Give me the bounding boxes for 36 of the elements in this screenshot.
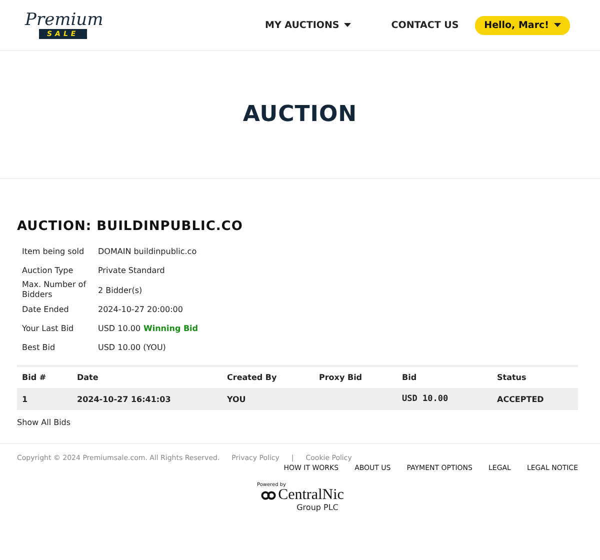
nav-link[interactable]: CONTACT US [391,20,459,30]
winning-bid-label: Winning Bid [144,324,198,333]
column-header: Date [72,366,222,388]
detail-value: 2 Bidder(s) [98,286,142,294]
detail-label: Best Bid [22,342,56,354]
detail-value: USD 10.00 [98,324,141,333]
brand-subtitle: Group PLC [296,503,338,512]
column-header: Status [492,366,578,388]
detail-label: Date Ended [22,304,70,316]
column-header: Proxy Bid [314,366,397,388]
detail-value: DOMAIN buildinpublic.co [98,247,197,256]
chain-link-icon [261,491,276,500]
detail-label: Your Last Bid [22,322,75,334]
brand-name: CentralNic [278,488,344,503]
table-cell: ACCEPTED [497,394,544,404]
nav-link[interactable]: MY AUCTIONS [265,20,352,30]
logo-script: Premium [25,11,104,29]
table-cell: USD 10.00 [402,394,448,404]
table-cell: 2024-10-27 16:41:03 [77,394,171,404]
detail-value: Private Standard [98,266,165,275]
auction-heading: AUCTION: BUILDINPUBLIC.CO [17,219,244,234]
user-menu-button[interactable]: Hello, Marc! [475,16,570,34]
detail-value: 2024-10-27 20:00:00 [98,305,183,314]
column-header: Created By [222,366,314,388]
table-cell: 1 [22,394,28,404]
caret-icon [554,23,561,27]
caret-icon [344,23,352,27]
column-header: Bid [397,366,492,388]
detail-label: Max. Number of Bidders [22,280,88,300]
show-all-bids-link[interactable]: Show All Bids [17,418,578,427]
detail-value: USD 10.00 (YOU) [98,343,166,352]
page-title: AUCTION [242,102,358,127]
detail-label: Item being sold [22,246,86,258]
table-cell: YOU [227,394,246,404]
detail-label: Auction Type [22,264,74,277]
column-header: Bid # [17,366,72,388]
